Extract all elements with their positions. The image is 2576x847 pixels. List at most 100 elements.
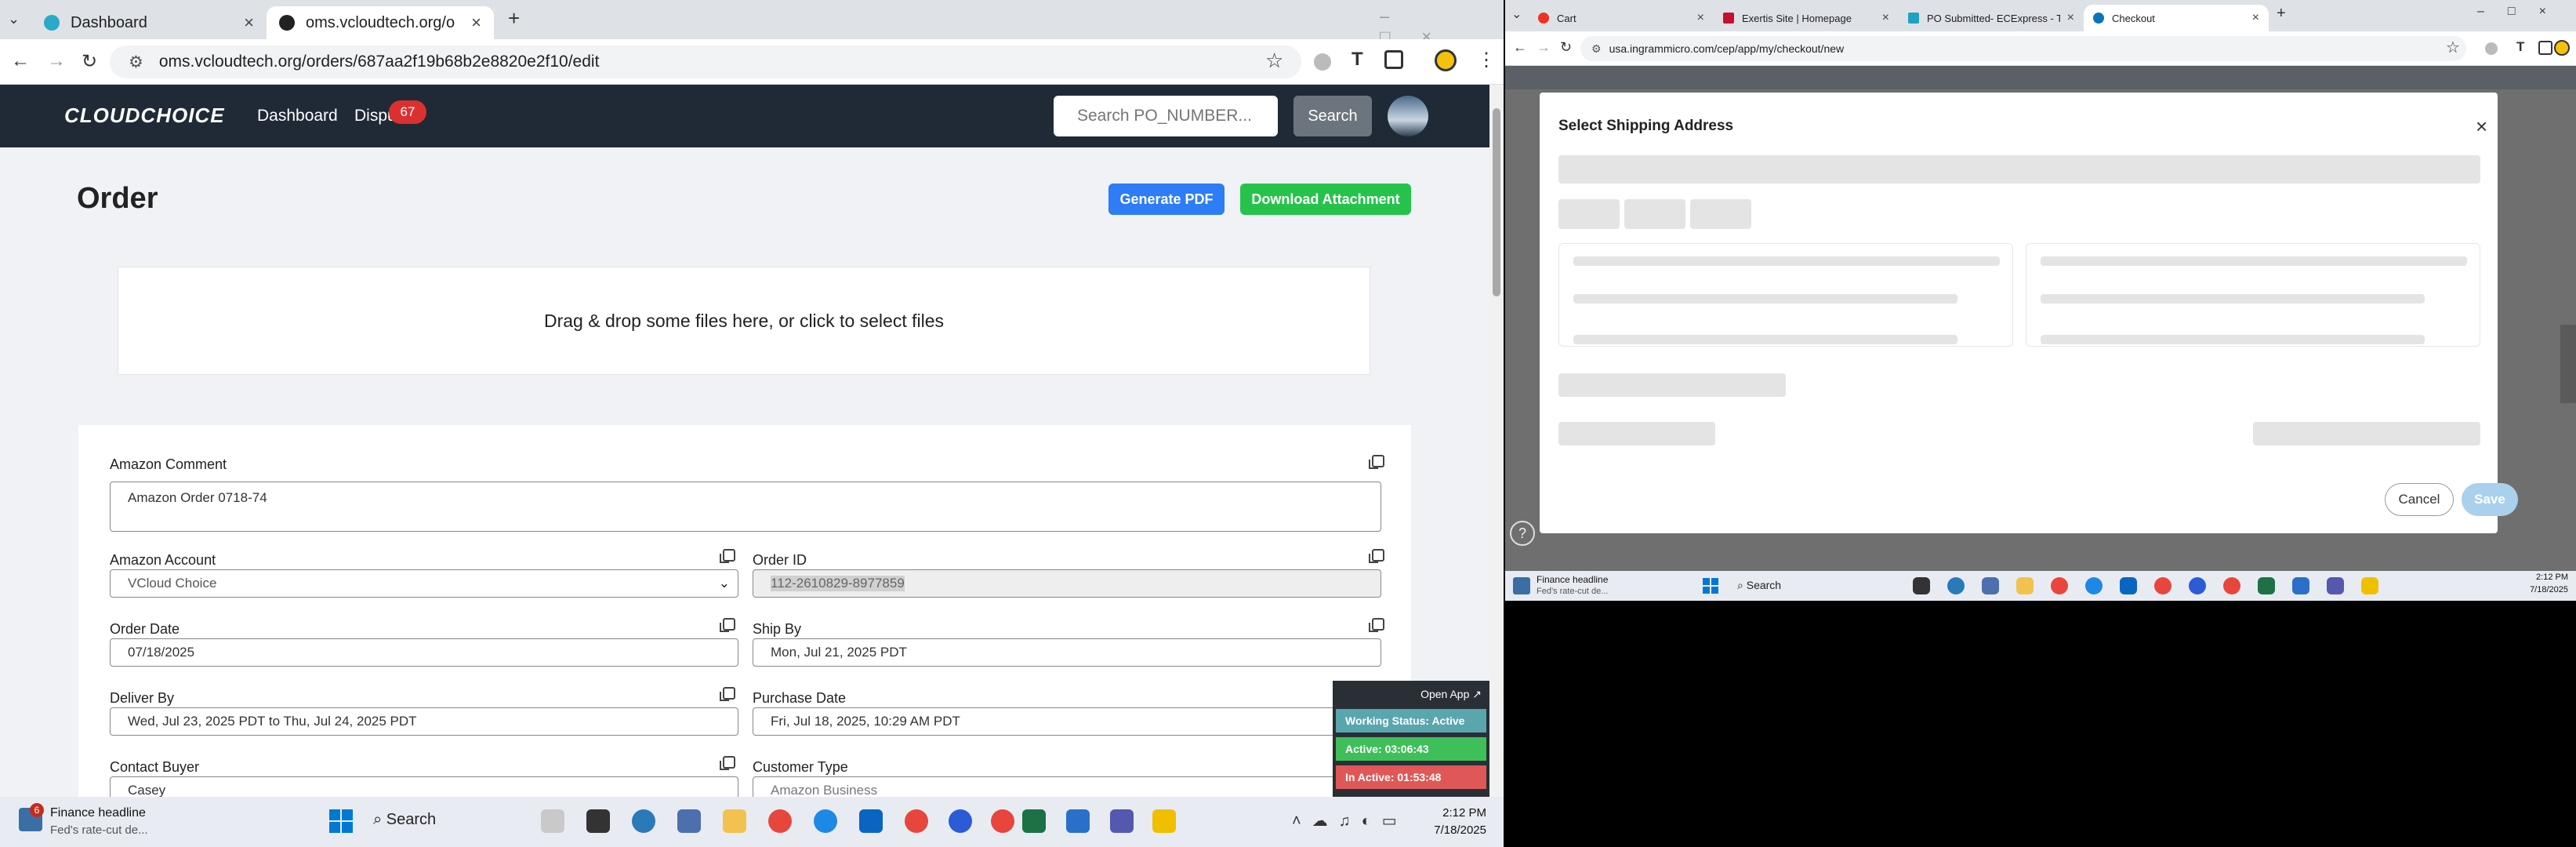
amazon-comment-textarea[interactable]: Amazon Order 0718-74 [110, 482, 1381, 532]
deliver-by-field[interactable]: Wed, Jul 23, 2025 PDT to Thu, Jul 24, 20… [110, 707, 738, 736]
copy-icon[interactable] [720, 618, 735, 632]
teams-icon[interactable] [1110, 809, 1134, 833]
app-icon[interactable] [1947, 577, 1965, 594]
teams-icon[interactable] [2327, 577, 2344, 594]
app-icon[interactable] [541, 809, 564, 833]
copy-icon[interactable] [720, 549, 735, 563]
generate-pdf-button[interactable]: Generate PDF [1108, 184, 1225, 215]
close-tab-icon[interactable]: × [2252, 11, 2259, 25]
tab-po-submitted[interactable]: PO Submitted- ECExpress - T... × [1899, 5, 2084, 31]
windows-start-icon[interactable] [329, 809, 353, 833]
extensions-puzzle-icon[interactable] [1384, 50, 1403, 69]
cancel-button[interactable]: Cancel [2385, 483, 2454, 516]
sticky-notes-icon[interactable] [1152, 809, 1176, 833]
copy-icon[interactable] [720, 687, 735, 701]
windows-start-icon[interactable] [1703, 578, 1718, 594]
sticky-notes-icon[interactable] [2361, 577, 2378, 594]
outlook-icon[interactable] [859, 809, 883, 833]
edge-icon[interactable] [2085, 577, 2103, 594]
zoom-icon[interactable] [2189, 577, 2206, 594]
profile-avatar-icon[interactable] [2554, 40, 2570, 56]
tab-search-chevron-icon[interactable]: ⌄ [1511, 6, 1522, 22]
purchase-date-field[interactable]: Fri, Jul 18, 2025, 10:29 AM PDT [753, 707, 1381, 736]
reader-icon[interactable]: T [2516, 39, 2524, 55]
new-tab-icon[interactable]: + [2277, 5, 2286, 23]
help-icon[interactable]: ? [1510, 521, 1535, 546]
user-avatar[interactable] [1388, 96, 1428, 136]
url-field[interactable]: ⚙ usa.ingrammicro.com/cep/app/my/checkou… [1580, 36, 2466, 61]
extensions-puzzle-icon[interactable] [2538, 41, 2552, 55]
url-field[interactable]: ⚙ oms.vcloudtech.org/orders/687aa2f19b68… [110, 45, 1301, 78]
open-app-link[interactable]: Open App ↗ [1336, 684, 1486, 704]
copy-icon[interactable] [720, 756, 735, 770]
close-tab-icon[interactable]: × [244, 13, 254, 33]
reader-icon[interactable]: T [1351, 49, 1363, 71]
news-widget-icon[interactable] [1513, 577, 1530, 594]
tab-checkout[interactable]: Checkout × [2084, 5, 2269, 31]
nav-dashboard-link[interactable]: Dashboard [257, 107, 338, 125]
forward-icon[interactable]: → [47, 50, 66, 72]
side-tab[interactable] [2560, 325, 2576, 403]
app-icon[interactable] [2292, 577, 2309, 594]
calculator-icon[interactable] [1982, 577, 1999, 594]
po-search-input[interactable] [1054, 96, 1278, 136]
copy-icon[interactable] [1369, 455, 1384, 469]
amazon-account-select[interactable]: VCloud Choice ⌄ [110, 569, 738, 598]
order-id-field[interactable]: 112-2610829-8977859 [753, 569, 1381, 598]
file-explorer-icon[interactable] [2016, 577, 2034, 594]
bookmark-star-icon[interactable]: ☆ [2446, 38, 2460, 57]
download-attachment-button[interactable]: Download Attachment [1240, 184, 1411, 215]
new-tab-icon[interactable]: + [508, 6, 520, 31]
taskbar-search[interactable]: ⌕ Search [373, 811, 436, 829]
ship-by-field[interactable]: Mon, Jul 21, 2025 PDT [753, 638, 1381, 667]
contact-buyer-field[interactable]: Casey [110, 776, 738, 797]
chrome-icon[interactable] [2154, 577, 2171, 594]
copy-icon[interactable] [1369, 549, 1384, 563]
tab-orders[interactable]: oms.vcloudtech.org/orders/687 × [267, 6, 494, 39]
customer-type-field[interactable]: Amazon Business [753, 776, 1381, 797]
window-controls[interactable]: –□× [2477, 5, 2570, 19]
news-title[interactable]: Finance headline [1537, 574, 1608, 585]
tab-cart[interactable]: Cart × [1529, 5, 1714, 31]
close-tab-icon[interactable]: × [1882, 11, 1889, 25]
reload-icon[interactable]: ↻ [1560, 39, 1572, 56]
scrollbar-thumb[interactable] [1493, 108, 1500, 296]
file-explorer-icon[interactable] [723, 809, 746, 833]
zoom-icon[interactable] [949, 809, 972, 833]
browser-menu-icon[interactable]: ⋮ [1477, 49, 1496, 71]
app-icon[interactable] [632, 809, 655, 833]
close-icon[interactable]: × [2476, 115, 2487, 139]
chrome-icon[interactable] [2223, 577, 2240, 594]
close-tab-icon[interactable]: × [471, 13, 481, 33]
news-title[interactable]: Finance headline [50, 806, 146, 820]
back-icon[interactable]: ← [1513, 39, 1527, 56]
chrome-icon[interactable] [768, 809, 792, 833]
site-info-icon[interactable]: ⚙ [129, 53, 143, 72]
excel-icon[interactable] [2258, 577, 2275, 594]
edge-icon[interactable] [814, 809, 837, 833]
close-tab-icon[interactable]: × [2067, 11, 2074, 25]
site-info-icon[interactable]: ⚙ [1591, 42, 1602, 56]
tab-exertis[interactable]: Exertis Site | Homepage × [1714, 5, 1899, 31]
outlook-icon[interactable] [2120, 577, 2137, 594]
copy-icon[interactable] [1369, 618, 1384, 632]
order-date-field[interactable]: 07/18/2025 [110, 638, 738, 667]
excel-icon[interactable] [1022, 809, 1046, 833]
taskbar-search[interactable]: ⌕ Search [1737, 579, 1781, 592]
chrome-icon[interactable] [2051, 577, 2068, 594]
chrome-icon[interactable] [991, 809, 1014, 833]
extension-icon[interactable] [2485, 42, 2498, 55]
calculator-icon[interactable] [677, 809, 701, 833]
chrome-icon[interactable] [905, 809, 928, 833]
tab-dashboard[interactable]: Dashboard × [31, 6, 267, 39]
save-button[interactable]: Save [2462, 483, 2518, 516]
app-icon[interactable] [1913, 577, 1930, 594]
back-icon[interactable]: ← [11, 50, 30, 72]
system-tray-icons[interactable]: ˄☁♫◐▭ [1292, 811, 1408, 831]
forward-icon[interactable]: → [1537, 39, 1551, 56]
extension-icon[interactable] [1314, 53, 1331, 71]
bookmark-star-icon[interactable]: ☆ [1265, 49, 1283, 73]
profile-avatar-icon[interactable] [1435, 49, 1457, 71]
search-button[interactable]: Search [1293, 96, 1372, 136]
brand-logo[interactable]: CLOUDCHOICE [64, 104, 225, 128]
